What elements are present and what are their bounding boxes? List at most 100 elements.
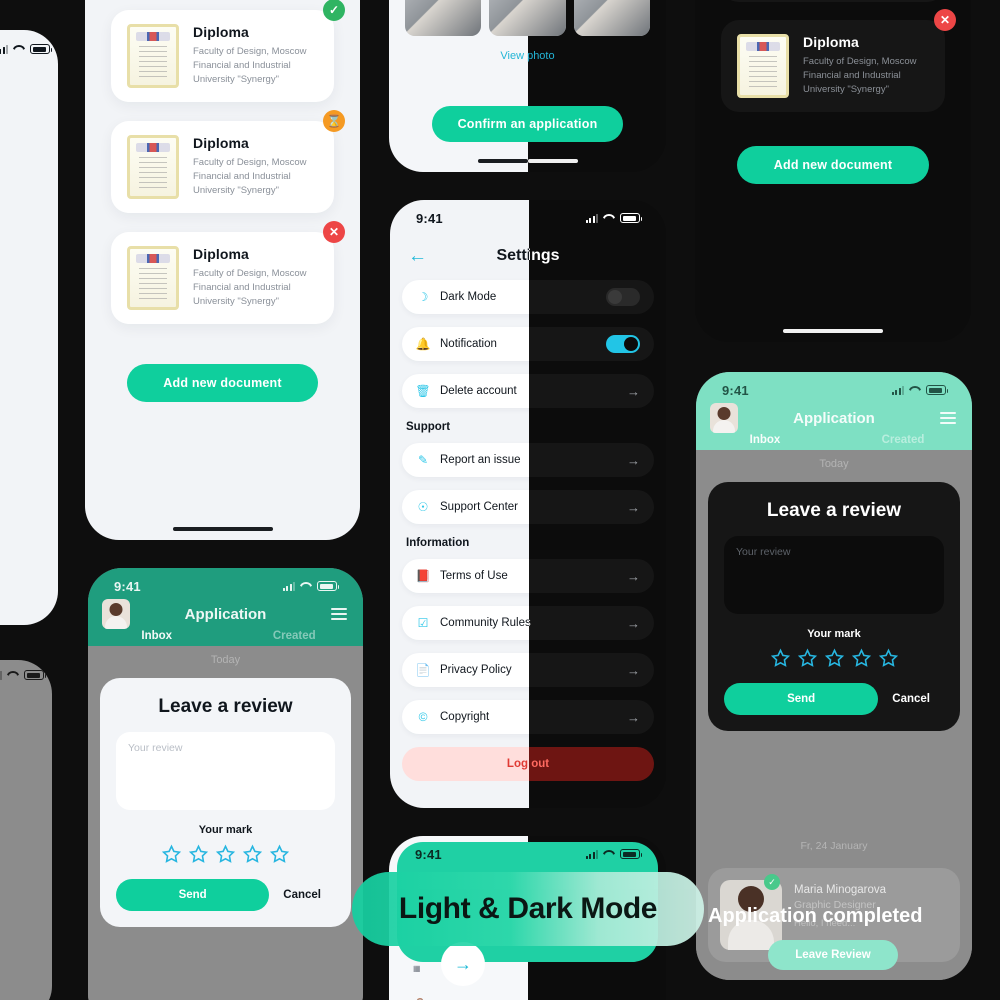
send-review-button[interactable]: Send — [116, 879, 270, 911]
modal-title: Leave a review — [766, 500, 902, 521]
home-indicator — [783, 329, 883, 333]
leave-review-modal-light: Leave a review Your review Your mark Sen… — [100, 678, 351, 927]
banner-text: Light & Dark Mode — [398, 892, 658, 925]
battery-icon — [317, 581, 339, 591]
review-input[interactable]: Your review — [116, 732, 335, 810]
your-mark-label: Your mark — [198, 824, 253, 836]
document-card[interactable]: Diploma Faculty of Design, Moscow Financ… — [111, 0, 345, 102]
briefcase-icon[interactable]: 💼 — [411, 996, 428, 1000]
file-icon: 📄 — [415, 663, 431, 677]
home-indicator-light — [477, 159, 528, 163]
leave-review-overlay-button[interactable]: Leave Review — [768, 940, 898, 970]
cancel-review-button[interactable]: Cancel — [892, 693, 944, 705]
star-icon[interactable] — [878, 648, 898, 667]
star-icon[interactable] — [770, 648, 790, 667]
document-card[interactable]: Diploma Faculty of Design, Moscow Financ… — [111, 221, 345, 324]
document-card[interactable]: Diploma Faculty of Design, Moscow Financ… — [111, 110, 345, 213]
star-icon[interactable] — [851, 648, 871, 667]
today-label: Today — [819, 458, 849, 470]
arrow-right-icon: → — [627, 568, 640, 584]
application-screen-dark: 9:41 Application Inbox Created Today Lea… — [696, 372, 972, 980]
settings-screen-partial-dim: to? — [0, 660, 52, 1000]
battery-icon — [620, 849, 642, 859]
arrow-right-icon: → — [627, 452, 640, 468]
your-mark-label: Your mark — [807, 628, 861, 640]
star-icon[interactable] — [824, 648, 844, 667]
cancel-review-button[interactable]: Cancel — [283, 889, 335, 901]
photo-thumbnail[interactable] — [489, 0, 566, 36]
diploma-thumbnail-icon — [127, 246, 179, 310]
star-icon[interactable] — [270, 844, 289, 863]
help-icon: ☉ — [417, 500, 429, 514]
moon-icon: ☽ — [417, 290, 429, 304]
app-body-light: Today Leave a review Your review Your ma… — [88, 646, 363, 1000]
star-icon[interactable] — [243, 844, 262, 863]
hamburger-icon[interactable] — [940, 412, 956, 424]
light-dark-mode-banner: Light & Dark Mode — [352, 872, 704, 946]
check-circle-icon: ✓ — [323, 0, 345, 21]
signal-icon — [282, 581, 295, 591]
wifi-icon — [909, 386, 921, 395]
close-icon: ✕ — [323, 221, 345, 243]
signal-icon — [891, 385, 904, 395]
arrow-right-icon: → — [627, 662, 640, 678]
star-rating[interactable] — [724, 648, 944, 667]
arrow-right-icon: → — [627, 499, 640, 515]
arrow-right-icon: → — [627, 615, 640, 631]
avatar[interactable] — [710, 403, 738, 433]
app-header-light: 9:41 Application Inbox Created — [88, 568, 363, 661]
page-title: Application — [793, 409, 875, 427]
document-title: Diploma — [193, 135, 249, 151]
calendar-icon[interactable]: ▦ — [413, 964, 421, 973]
pencil-icon: ✎ — [417, 453, 429, 467]
battery-icon — [30, 44, 52, 54]
view-photo-link[interactable]: View photo — [389, 50, 666, 62]
app-header-dark: 9:41 Application Inbox Created — [696, 372, 972, 465]
home-indicator — [172, 527, 273, 531]
avatar[interactable] — [102, 599, 130, 629]
arrow-right-icon: → — [627, 709, 640, 725]
star-icon[interactable] — [797, 648, 817, 667]
document-card[interactable]: Diploma Faculty of Design, Moscow Financ… — [721, 9, 956, 112]
signal-icon — [585, 213, 598, 223]
document-title: Diploma — [193, 246, 249, 262]
star-icon[interactable] — [189, 844, 208, 863]
send-review-button[interactable]: Send — [724, 683, 879, 715]
documents-screen-light: Diploma Faculty of Design, Moscow Financ… — [85, 0, 360, 540]
arrow-left-icon[interactable]: ← — [408, 247, 427, 266]
hamburger-icon[interactable] — [331, 608, 347, 620]
arrow-right-icon: → — [627, 383, 640, 399]
document-subtitle: Faculty of Design, Moscow Financial and … — [193, 157, 307, 196]
notification-toggle-dark[interactable] — [606, 335, 640, 353]
app-body-dark: Today Leave a review Your review Your ma… — [696, 450, 972, 980]
review-input[interactable]: Your review — [724, 536, 944, 614]
date-label: Fr, 24 January — [800, 840, 868, 852]
photo-thumbnail[interactable] — [573, 0, 650, 36]
document-subtitle: Faculty of Design, Moscow Financial and … — [193, 46, 307, 85]
add-new-document-button-dark[interactable]: Add new document — [737, 146, 929, 184]
star-icon[interactable] — [216, 844, 235, 863]
page-title: Application — [184, 605, 267, 623]
status-bar-icons-login — [0, 44, 52, 54]
leave-review-modal-dark: Leave a review Your review Your mark Sen… — [708, 482, 960, 731]
document-card-partial[interactable] — [721, 0, 945, 2]
modal-title: Leave a review — [158, 696, 293, 717]
document-subtitle: Faculty of Design, Moscow Financial and … — [193, 268, 307, 307]
confirm-application-button[interactable]: Confirm an application — [432, 106, 623, 142]
signal-icon — [0, 670, 2, 680]
screenshot-canvas: ord? to? Diploma Faculty — [0, 0, 1000, 1000]
status-bar-time: 9:41 — [416, 210, 443, 226]
next-arrow-button[interactable]: → — [441, 942, 485, 986]
copyright-icon: © — [418, 710, 428, 724]
status-bar-time: 9:41 — [415, 846, 442, 862]
star-icon[interactable] — [162, 844, 181, 863]
diploma-thumbnail-icon — [127, 135, 179, 199]
photo-thumbnail[interactable] — [405, 0, 482, 36]
battery-icon — [620, 213, 642, 223]
add-new-document-button[interactable]: Add new document — [127, 364, 318, 402]
star-rating[interactable] — [116, 844, 335, 863]
document-subtitle: Faculty of Design, Moscow Financial and … — [803, 56, 917, 95]
battery-icon — [24, 670, 46, 680]
dark-mode-toggle-dark[interactable] — [606, 288, 640, 306]
status-bar-time: 9:41 — [722, 382, 749, 398]
